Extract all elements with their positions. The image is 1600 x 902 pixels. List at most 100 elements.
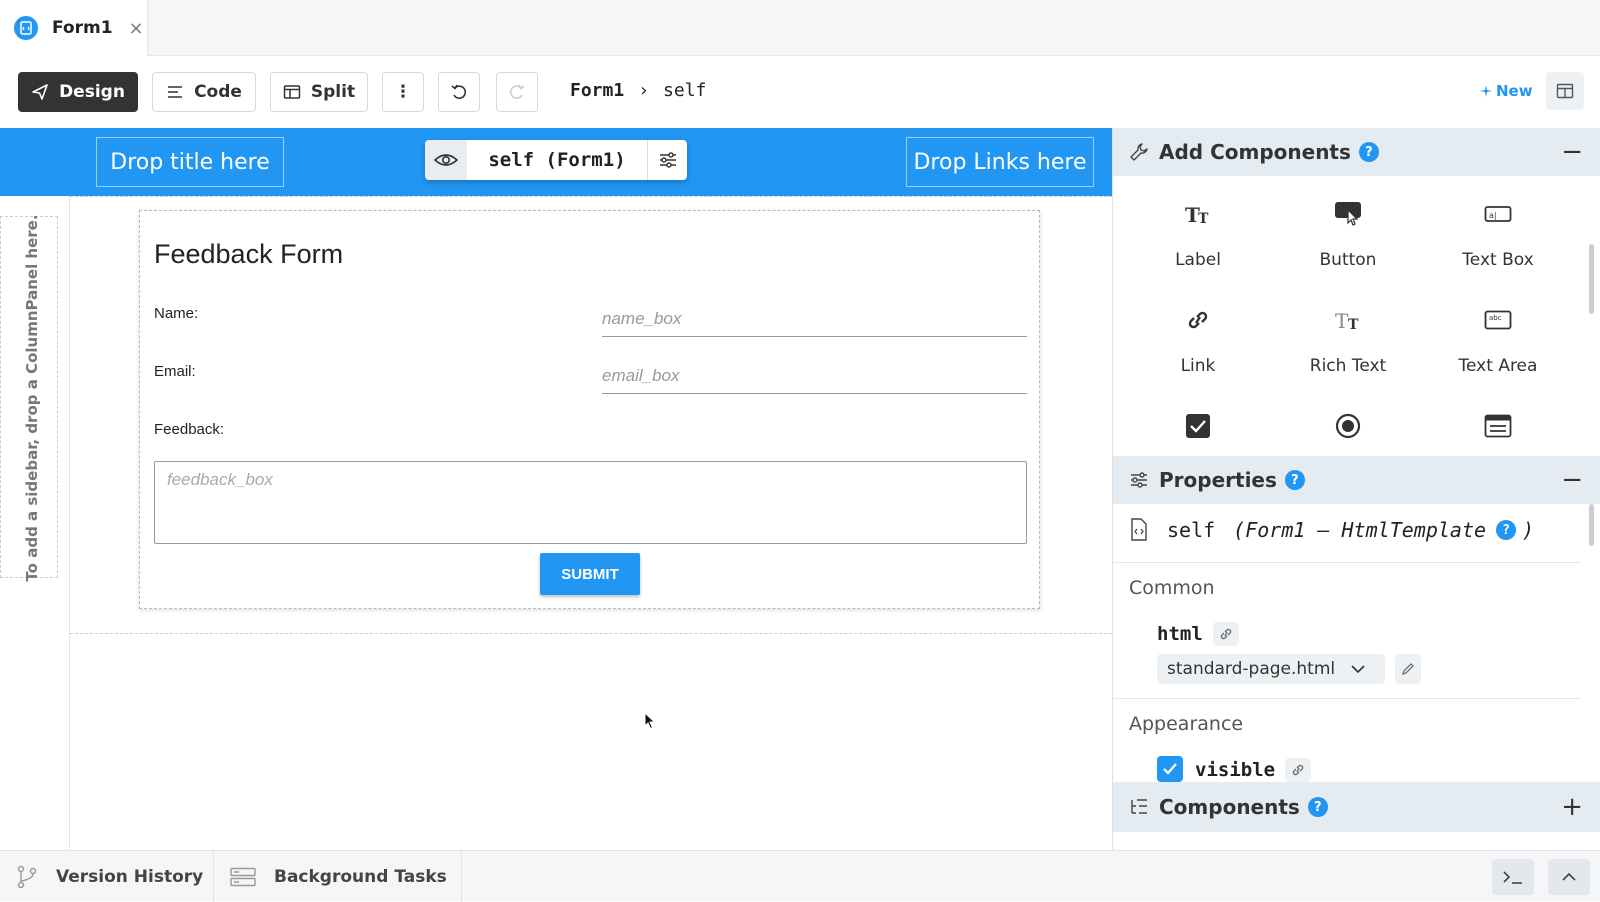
design-button[interactable]: Design bbox=[18, 72, 138, 112]
feedback-label[interactable]: Feedback: bbox=[154, 421, 224, 438]
component-dropdown[interactable] bbox=[1423, 388, 1573, 456]
split-button[interactable]: Split bbox=[270, 72, 368, 112]
chevron-down-icon bbox=[1351, 664, 1365, 673]
eye-icon[interactable] bbox=[425, 140, 467, 180]
drop-title-slot[interactable]: Drop title here bbox=[96, 137, 284, 187]
components-header[interactable]: Components ? + bbox=[1113, 782, 1600, 832]
html-template-select[interactable]: standard-page.html bbox=[1157, 654, 1385, 684]
component-textbox[interactable]: a| Text Box bbox=[1423, 176, 1573, 276]
breadcrumb-separator: › bbox=[638, 80, 650, 101]
background-tasks-tab[interactable]: Background Tasks bbox=[214, 851, 462, 902]
breadcrumb-form[interactable]: Form1 bbox=[570, 80, 624, 101]
component-richtext[interactable]: TT Rich Text bbox=[1273, 282, 1423, 382]
code-button[interactable]: Code bbox=[152, 72, 256, 112]
svg-text:a|: a| bbox=[1489, 211, 1497, 220]
component-richtext-text: Rich Text bbox=[1309, 356, 1387, 376]
layout-toggle-button[interactable] bbox=[1546, 72, 1584, 110]
split-view-icon bbox=[283, 85, 301, 99]
component-selector[interactable]: self (Form1) bbox=[425, 140, 687, 180]
more-options-button[interactable]: ⋮ bbox=[382, 72, 424, 112]
appearance-section-title[interactable]: Appearance bbox=[1129, 713, 1243, 735]
server-stack-icon bbox=[230, 867, 256, 886]
sliders-icon bbox=[1131, 472, 1147, 488]
html-property: html bbox=[1157, 622, 1239, 646]
svg-text:T: T bbox=[1348, 317, 1359, 332]
properties-scrollbar[interactable] bbox=[1589, 504, 1594, 546]
properties-header[interactable]: Properties ? − bbox=[1113, 456, 1600, 504]
feedback-textarea[interactable]: feedback_box bbox=[154, 461, 1027, 544]
textarea-icon: abc bbox=[1484, 300, 1512, 340]
visible-checkbox[interactable] bbox=[1157, 756, 1183, 782]
selector-label: self (Form1) bbox=[488, 149, 626, 171]
binding-link-icon[interactable] bbox=[1212, 622, 1239, 646]
component-link[interactable]: Link bbox=[1123, 282, 1273, 382]
component-radio[interactable] bbox=[1273, 388, 1423, 456]
divider bbox=[1113, 562, 1581, 563]
name-label[interactable]: Name: bbox=[154, 305, 198, 322]
new-button[interactable]: New bbox=[1480, 82, 1533, 100]
mouse-cursor-icon bbox=[644, 712, 656, 730]
add-components-header[interactable]: Add Components ? − bbox=[1113, 128, 1600, 176]
tab-label: Form1 bbox=[52, 18, 113, 38]
feedback-form-card[interactable]: Feedback Form Name: name_box Email: emai… bbox=[139, 210, 1040, 609]
wrench-icon bbox=[1130, 143, 1148, 161]
component-label[interactable]: TT Label bbox=[1123, 176, 1273, 276]
terminal-button[interactable] bbox=[1492, 859, 1534, 895]
redo-button[interactable] bbox=[496, 72, 538, 112]
divider bbox=[1113, 698, 1581, 699]
tab-strip: Form1 × bbox=[0, 0, 1600, 56]
submit-button[interactable]: SUBMIT bbox=[540, 553, 640, 595]
richtext-icon: TT bbox=[1333, 300, 1363, 340]
email-label[interactable]: Email: bbox=[154, 363, 196, 380]
component-link-text: Link bbox=[1180, 356, 1216, 376]
binding-link-icon[interactable] bbox=[1285, 758, 1312, 782]
expand-icon[interactable]: + bbox=[1561, 794, 1583, 820]
sidebar-drop-zone[interactable]: To add a sidebar, drop a ColumnPanel her… bbox=[0, 214, 58, 582]
help-icon[interactable]: ? bbox=[1307, 797, 1328, 817]
name-input[interactable]: name_box bbox=[602, 301, 1027, 337]
edit-template-button[interactable] bbox=[1395, 654, 1421, 684]
close-icon[interactable]: × bbox=[129, 18, 144, 39]
breadcrumb-self[interactable]: self bbox=[663, 80, 706, 101]
components-scrollbar[interactable] bbox=[1589, 244, 1594, 314]
html-file-icon bbox=[1131, 518, 1147, 541]
help-icon[interactable]: ? bbox=[1284, 470, 1305, 490]
help-icon[interactable]: ? bbox=[1496, 520, 1517, 540]
terminal-icon bbox=[1503, 871, 1522, 884]
form-file-icon bbox=[14, 16, 38, 40]
help-icon[interactable]: ? bbox=[1358, 142, 1379, 162]
svg-text:T: T bbox=[1335, 309, 1349, 332]
textbox-icon: a| bbox=[1484, 194, 1512, 234]
design-label: Design bbox=[59, 82, 125, 102]
component-checkbox[interactable] bbox=[1123, 388, 1273, 456]
more-icon: ⋮ bbox=[394, 82, 412, 102]
pencil-icon bbox=[1402, 663, 1414, 675]
design-canvas[interactable]: Drop title here self (Form1) Drop Links … bbox=[0, 128, 1112, 850]
component-button[interactable]: Button bbox=[1273, 176, 1423, 276]
component-textarea-text: Text Area bbox=[1458, 356, 1538, 376]
branch-icon bbox=[17, 865, 37, 888]
lines-icon bbox=[168, 86, 183, 98]
svg-text:T: T bbox=[1198, 211, 1209, 226]
collapse-icon[interactable]: − bbox=[1561, 139, 1583, 165]
collapse-icon[interactable]: − bbox=[1561, 467, 1583, 493]
breadcrumb: Form1 › self bbox=[570, 80, 706, 101]
self-name: self bbox=[1167, 518, 1216, 542]
html-template-value: standard-page.html bbox=[1167, 659, 1336, 679]
version-history-tab[interactable]: Version History bbox=[0, 851, 214, 902]
expand-panel-button[interactable] bbox=[1548, 859, 1590, 895]
email-input[interactable]: email_box bbox=[602, 358, 1027, 394]
sliders-icon[interactable] bbox=[647, 140, 687, 180]
html-property-label: html bbox=[1157, 623, 1203, 645]
tab-form1[interactable]: Form1 × bbox=[0, 0, 148, 56]
undo-button[interactable] bbox=[438, 72, 480, 112]
column-divider bbox=[69, 196, 70, 850]
common-section-title[interactable]: Common bbox=[1129, 577, 1215, 599]
dropdown-icon bbox=[1484, 406, 1512, 446]
component-textarea[interactable]: abc Text Area bbox=[1423, 282, 1573, 382]
check-icon bbox=[1163, 763, 1177, 775]
redo-icon bbox=[509, 84, 525, 99]
new-label: New bbox=[1496, 82, 1533, 100]
drop-links-slot[interactable]: Drop Links here bbox=[906, 137, 1094, 187]
form-title[interactable]: Feedback Form bbox=[154, 239, 343, 270]
